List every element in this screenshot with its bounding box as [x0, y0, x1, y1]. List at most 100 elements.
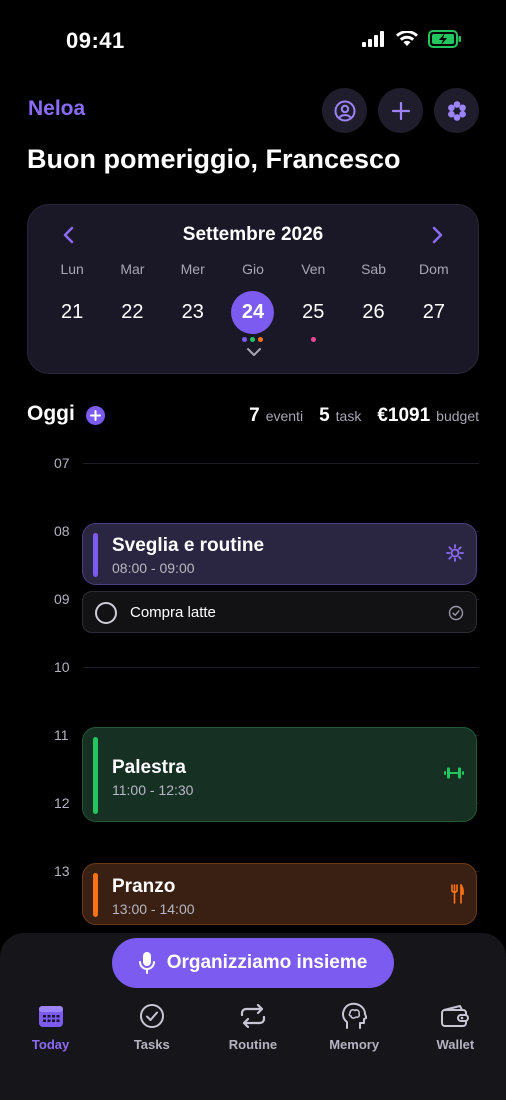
voice-assistant-label: Organizziamo insieme — [166, 952, 368, 973]
status-bar: 09:41 — [0, 0, 506, 80]
day-name: Mer — [180, 261, 205, 277]
tab-today[interactable]: Today — [0, 1000, 101, 1060]
apps-icon — [447, 100, 466, 121]
event-card-sveglia[interactable]: Sveglia e routine 08:00 - 09:00 — [82, 523, 477, 585]
chevron-down-icon — [247, 348, 261, 356]
tab-routine[interactable]: Routine — [202, 1000, 303, 1060]
profile-icon — [334, 100, 355, 121]
event-title: Sveglia e routine — [112, 535, 265, 556]
tab-label: Tasks — [133, 1037, 170, 1052]
event-time: 08:00 - 09:00 — [112, 560, 195, 576]
event-time: 11:00 - 12:30 — [112, 782, 194, 798]
day-sab[interactable]: Sab 26 — [343, 261, 403, 342]
add-button[interactable] — [378, 88, 423, 133]
voice-assistant-button[interactable]: Organizziamo insieme — [112, 938, 394, 988]
week-calendar: Settembre 2026 Lun 21 Mar 22 Mer 23 Gio … — [27, 204, 479, 374]
calendar-icon — [38, 1006, 63, 1027]
day-gio-selected[interactable]: Gio 24 — [223, 261, 283, 342]
event-dot — [242, 337, 248, 342]
plus-icon — [90, 410, 101, 421]
event-dots — [223, 337, 283, 342]
tab-label: Routine — [228, 1037, 278, 1052]
day-ven[interactable]: Ven 25 — [283, 261, 343, 342]
day-number: 22 — [121, 301, 144, 323]
plus-icon — [391, 101, 410, 120]
hour-label: 07 — [54, 455, 70, 471]
hour-label: 08 — [54, 523, 70, 539]
calendar-days: Lun 21 Mar 22 Mer 23 Gio 24 Ven 25 Sab 2… — [42, 261, 464, 342]
day-name: Ven — [301, 261, 326, 277]
tab-label: Wallet — [436, 1037, 475, 1052]
microphone-icon — [138, 952, 155, 974]
tab-label: Memory — [329, 1037, 380, 1052]
hour-label: 11 — [54, 727, 69, 743]
app-brand: Neloa — [28, 97, 86, 120]
event-time: 13:00 - 14:00 — [112, 901, 195, 917]
repeat-icon — [240, 1004, 266, 1028]
today-stats: 7 eventi 5 task €1091 budget — [249, 405, 479, 427]
task-checkbox[interactable] — [95, 602, 117, 624]
wallet-icon — [441, 1005, 470, 1027]
check-circle-icon — [139, 1004, 164, 1028]
day-number: 26 — [362, 301, 385, 323]
hour-label: 12 — [54, 795, 70, 811]
day-number: 23 — [181, 301, 204, 323]
wifi-icon — [396, 31, 418, 46]
tab-wallet[interactable]: Wallet — [405, 1000, 506, 1060]
day-name: Dom — [419, 261, 449, 277]
today-summary: Oggi 7 eventi 5 task €1091 budget — [27, 402, 479, 430]
budget-stat: €1091 budget — [377, 405, 479, 426]
greeting: Buon pomeriggio, Francesco — [27, 144, 401, 174]
hour-label: 13 — [54, 863, 70, 879]
status-time: 09:41 — [66, 28, 125, 53]
chevron-right-icon — [432, 226, 443, 244]
day-number: 25 — [302, 301, 325, 323]
day-dom[interactable]: Dom 27 — [404, 261, 464, 342]
event-dot — [258, 337, 264, 342]
next-week-button[interactable] — [426, 223, 450, 247]
tab-memory[interactable]: Memory — [304, 1000, 405, 1060]
day-name: Lun — [60, 261, 84, 277]
brain-icon — [342, 1002, 368, 1029]
event-dots — [283, 337, 343, 342]
status-icons — [362, 30, 462, 48]
event-color-bar — [93, 533, 98, 577]
event-color-bar — [93, 737, 98, 814]
event-title: Palestra — [112, 757, 186, 778]
day-mar[interactable]: Mar 22 — [102, 261, 162, 342]
day-lun[interactable]: Lun 21 — [42, 261, 102, 342]
tab-label: Today — [31, 1037, 70, 1052]
dumbbell-icon — [444, 767, 464, 779]
day-name: Sab — [361, 261, 386, 277]
today-title: Oggi — [27, 402, 75, 425]
expand-calendar-button[interactable] — [244, 347, 264, 363]
apps-button[interactable] — [434, 88, 479, 133]
hour-divider — [83, 667, 479, 668]
profile-button[interactable] — [322, 88, 367, 133]
event-title: Pranzo — [112, 876, 176, 897]
task-item-compra-latte[interactable]: Compra latte — [82, 591, 477, 633]
add-today-button[interactable] — [86, 406, 105, 425]
day-number: 27 — [422, 301, 445, 323]
hour-divider — [83, 463, 479, 464]
hour-label: 09 — [54, 591, 70, 607]
day-mer[interactable]: Mer 23 — [163, 261, 223, 342]
day-name: Gio — [242, 261, 264, 277]
day-number: 21 — [61, 301, 84, 323]
tasks-stat: 5 task — [319, 405, 362, 426]
task-title: Compra latte — [130, 604, 216, 621]
fork-knife-icon — [451, 884, 464, 904]
battery-icon — [428, 30, 461, 48]
sun-icon — [446, 544, 464, 562]
event-card-pranzo[interactable]: Pranzo 13:00 - 14:00 — [82, 863, 477, 925]
calendar-header: Settembre 2026 — [28, 223, 478, 247]
event-dot — [310, 337, 316, 342]
home-indicator — [186, 1086, 320, 1091]
event-color-bar — [93, 873, 98, 917]
tab-tasks[interactable]: Tasks — [101, 1000, 202, 1060]
day-number: 24 — [231, 291, 275, 334]
day-name: Mar — [120, 261, 145, 277]
event-card-palestra[interactable]: Palestra 11:00 - 12:30 — [82, 727, 477, 822]
events-stat: 7 eventi — [249, 405, 304, 426]
tab-bar: Today Tasks Routine Memory Wallet — [0, 1000, 506, 1060]
